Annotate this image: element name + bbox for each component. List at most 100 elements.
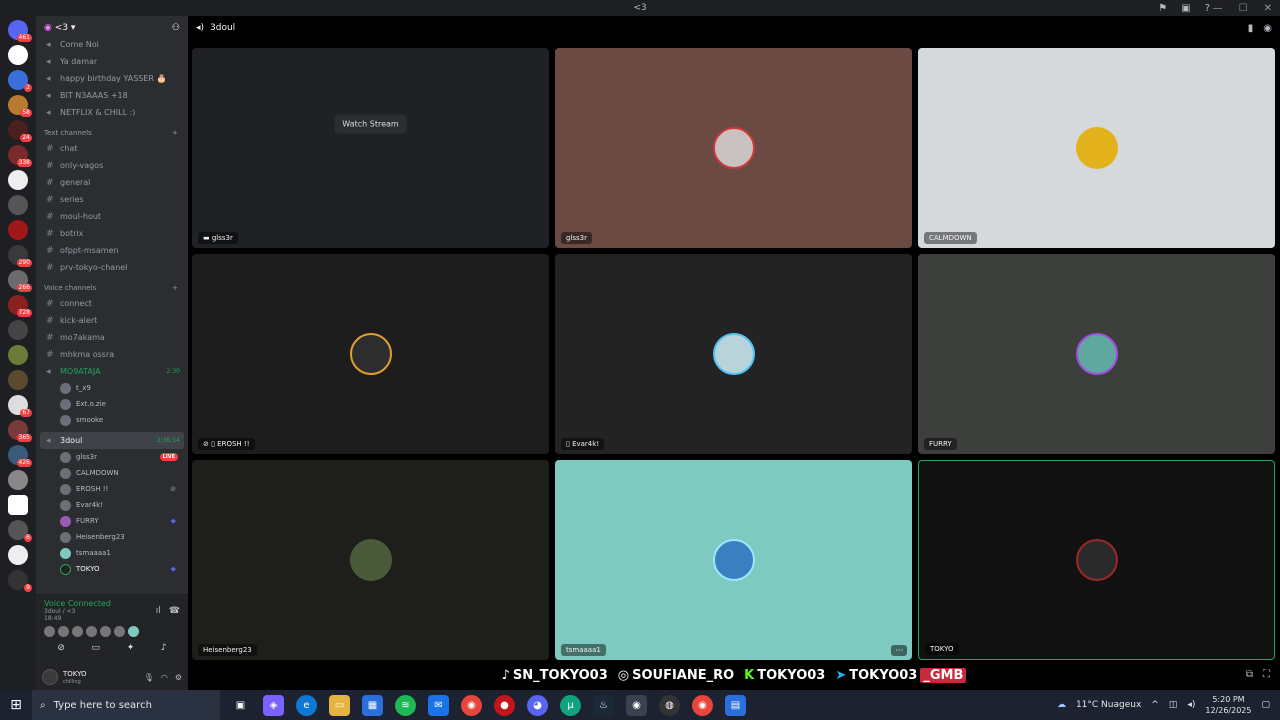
obs-icon[interactable]: ◍ bbox=[659, 694, 680, 716]
activities-icon[interactable]: ✦ bbox=[127, 643, 135, 653]
server-icon[interactable] bbox=[8, 370, 28, 390]
spotify-icon[interactable]: ≋ bbox=[395, 694, 416, 716]
voice-user[interactable]: glss3r LIVE bbox=[40, 449, 184, 465]
weather-text[interactable]: 11°C Nuageux bbox=[1076, 700, 1141, 710]
copilot-icon[interactable]: ◈ bbox=[263, 694, 284, 716]
voice-user[interactable]: Heisenberg23 bbox=[40, 529, 184, 545]
steam-icon[interactable]: ♨ bbox=[593, 694, 614, 716]
app-icon[interactable]: ● bbox=[494, 694, 515, 716]
voice-user[interactable]: FURRY ◆ bbox=[40, 513, 184, 529]
voice-channel[interactable]: ◂ BIT N3AAAS +18 bbox=[40, 87, 184, 104]
utorrent-icon[interactable]: µ bbox=[560, 694, 581, 716]
server-icon[interactable]: 2 bbox=[8, 70, 32, 92]
text-channel[interactable]: # ofppt-msamen bbox=[40, 242, 184, 259]
close-button[interactable]: ✕ bbox=[1264, 3, 1272, 14]
server-icon[interactable]: 338 bbox=[8, 145, 32, 167]
headset-icon[interactable]: ◠ bbox=[161, 673, 168, 682]
server-home-icon[interactable]: 461 bbox=[8, 20, 32, 42]
text-channel[interactable]: # general bbox=[40, 174, 184, 191]
volume-icon[interactable]: ◂) bbox=[1187, 700, 1195, 710]
participant-tile-speaking[interactable]: TOKYO bbox=[918, 460, 1275, 660]
text-channel[interactable]: # only-vagos bbox=[40, 157, 184, 174]
server-icon[interactable]: 6 bbox=[8, 520, 32, 542]
gear-icon[interactable]: ⚙ bbox=[175, 673, 182, 682]
soundboard-icon[interactable]: ♪ bbox=[161, 643, 167, 653]
participant-tile[interactable]: ▯ Evar4k! bbox=[555, 254, 912, 454]
network-icon[interactable]: ◫ bbox=[1169, 700, 1178, 710]
server-icon[interactable] bbox=[8, 320, 28, 340]
server-icon[interactable] bbox=[8, 345, 28, 365]
taskbar-search[interactable]: ⌕ Type here to search bbox=[32, 690, 220, 720]
participant-tile[interactable]: CALMDOWN bbox=[918, 48, 1275, 248]
popout-icon[interactable]: ⧉ bbox=[1246, 669, 1253, 680]
server-icon[interactable] bbox=[8, 470, 28, 490]
tray-expand-icon[interactable]: ^ bbox=[1151, 700, 1159, 710]
voice-channel[interactable]: # mo7akama bbox=[40, 329, 184, 346]
fullscreen-icon[interactable]: ⛶ bbox=[1263, 669, 1270, 680]
voice-user[interactable]: smooke bbox=[40, 412, 184, 428]
server-icon[interactable] bbox=[8, 195, 28, 215]
screen-share-icon[interactable]: ▭ bbox=[92, 643, 101, 653]
chrome-icon[interactable]: ◉ bbox=[461, 694, 482, 716]
server-icon[interactable]: 426 bbox=[8, 445, 32, 467]
voice-user[interactable]: tsmaaaa1 bbox=[40, 545, 184, 561]
server-icon[interactable]: 365 bbox=[8, 420, 32, 442]
server-icon[interactable]: 58 bbox=[8, 95, 32, 117]
watch-stream-button[interactable]: Watch Stream bbox=[334, 114, 407, 134]
chrome-profile-icon[interactable]: ◉ bbox=[692, 694, 713, 716]
voice-channel[interactable]: # kick-alert bbox=[40, 312, 184, 329]
server-icon[interactable]: 290 bbox=[8, 245, 32, 267]
text-channel[interactable]: # chat bbox=[40, 140, 184, 157]
voice-channel[interactable]: # mhkma ossra bbox=[40, 346, 184, 363]
text-channel[interactable]: # botrix bbox=[40, 225, 184, 242]
server-icon[interactable] bbox=[8, 220, 28, 240]
add-channel-icon[interactable]: + bbox=[172, 129, 178, 137]
participant-tile[interactable]: FURRY bbox=[918, 254, 1275, 454]
server-icon[interactable] bbox=[8, 170, 28, 190]
server-icon[interactable] bbox=[8, 545, 28, 565]
voice-user[interactable]: CALMDOWN bbox=[40, 465, 184, 481]
clock[interactable]: 5:20 PM 12/26/2025 bbox=[1205, 694, 1251, 716]
voice-channel[interactable]: # connect bbox=[40, 295, 184, 312]
voice-channel-mo9ataja[interactable]: ◂ MO9ATAJA 2:30 bbox=[40, 363, 184, 380]
voice-channel[interactable]: ◂ NETFLIX & CHILL :) bbox=[40, 104, 184, 121]
voice-user[interactable]: TOKYO ◆ bbox=[40, 561, 184, 577]
server-icon[interactable] bbox=[8, 45, 28, 65]
voice-channel[interactable]: ◂ Ya damar bbox=[40, 53, 184, 70]
text-channel[interactable]: # moul-hout bbox=[40, 208, 184, 225]
participant-tile[interactable]: glss3r bbox=[555, 48, 912, 248]
edge-icon[interactable]: e bbox=[296, 694, 317, 716]
participant-tile-stream[interactable]: Watch Stream ▬ glss3r bbox=[192, 48, 549, 248]
maximize-button[interactable]: ☐ bbox=[1239, 3, 1248, 14]
notification-icon[interactable]: ▢ bbox=[1261, 700, 1270, 710]
inbox-icon[interactable]: ⚑ bbox=[1158, 3, 1167, 14]
voice-user[interactable]: t_x9 bbox=[40, 380, 184, 396]
voice-channel-current[interactable]: ◂ 3doul 2:36:14 bbox=[40, 432, 184, 449]
bookmark-icon[interactable]: ▮ bbox=[1248, 23, 1254, 34]
server-icon[interactable]: 728 bbox=[8, 295, 32, 317]
noise-suppression-icon[interactable]: ıl bbox=[156, 606, 161, 616]
add-channel-icon[interactable]: + bbox=[172, 284, 178, 292]
chrome-active-icon[interactable]: ◉ bbox=[626, 694, 647, 716]
minimize-button[interactable]: — bbox=[1213, 3, 1223, 14]
avatar[interactable] bbox=[42, 669, 58, 685]
server-icon[interactable]: 9 bbox=[8, 570, 32, 592]
mic-icon[interactable]: 🎙 bbox=[144, 673, 154, 682]
help-icon[interactable]: ? bbox=[1205, 3, 1210, 14]
voice-category[interactable]: Voice channels + bbox=[40, 280, 184, 295]
voice-channel[interactable]: ◂ happy birthday YASSER 🎂 bbox=[40, 70, 184, 87]
voice-user[interactable]: Evar4k! bbox=[40, 497, 184, 513]
server-icon[interactable]: 266 bbox=[8, 270, 32, 292]
add-member-icon[interactable]: ⚇ bbox=[172, 23, 180, 33]
calculator-icon[interactable]: ▤ bbox=[725, 694, 746, 716]
outlook-icon[interactable]: ✉ bbox=[428, 694, 449, 716]
participant-tile[interactable]: tsmaaaa1 ··· bbox=[555, 460, 912, 660]
participant-tile[interactable]: Heisenberg23 bbox=[192, 460, 549, 660]
voice-channel[interactable]: ◂ Come Noi bbox=[40, 36, 184, 53]
camera-off-icon[interactable]: ⊘ bbox=[57, 643, 65, 653]
voice-user[interactable]: Ext.o.zie bbox=[40, 396, 184, 412]
windows-start-icon[interactable]: ⊞ bbox=[0, 697, 32, 713]
chat-icon[interactable]: ◉ bbox=[1263, 23, 1272, 34]
screen-icon[interactable]: ▣ bbox=[1181, 3, 1190, 14]
file-explorer-icon[interactable]: ▭ bbox=[329, 694, 350, 716]
